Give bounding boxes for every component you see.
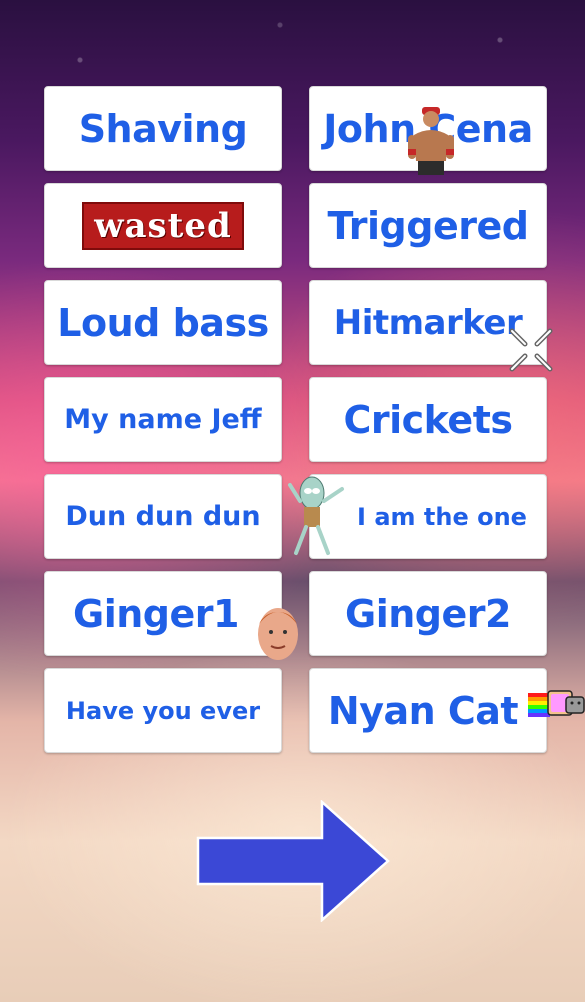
sound-button-ginger1[interactable]: Ginger1 — [44, 571, 298, 660]
button-label: My name Jeff — [64, 404, 262, 435]
ginger-face-sticker-icon — [258, 608, 298, 660]
sound-button-crickets[interactable]: Crickets — [309, 377, 547, 462]
john-cena-sticker-icon — [408, 107, 454, 175]
button-label: Hitmarker — [333, 302, 523, 343]
button-label: Nyan Cat — [327, 688, 519, 733]
button-label: Triggered — [327, 203, 529, 248]
sound-button-shaving[interactable]: Shaving — [44, 86, 282, 171]
button-label: Shaving — [78, 106, 248, 151]
nyan-cat-sticker-icon — [528, 690, 585, 717]
wasted-logo: wasted — [82, 201, 244, 250]
sound-button-i-am-the-one[interactable]: I am the one — [288, 474, 547, 559]
squidward-dab-sticker-icon — [288, 476, 344, 555]
sound-button-have-you-ever[interactable]: Have you ever — [44, 668, 282, 753]
button-label: I am the one — [357, 502, 527, 531]
button-label: Crickets — [343, 397, 514, 442]
button-label: Ginger1 — [73, 591, 239, 636]
soundboard-grid: Shaving John Cena wasted Triggered Loud … — [44, 86, 585, 753]
sound-button-dun-dun-dun[interactable]: Dun dun dun — [44, 474, 282, 559]
button-label: Have you ever — [65, 696, 261, 725]
next-page-arrow-icon[interactable] — [196, 800, 392, 922]
sound-button-loud-bass[interactable]: Loud bass — [44, 280, 282, 365]
sound-button-my-name-jeff[interactable]: My name Jeff — [44, 377, 282, 462]
sound-button-triggered[interactable]: Triggered — [309, 183, 547, 268]
sound-button-ginger2[interactable]: Ginger2 — [309, 571, 547, 656]
hitmarker-icon — [509, 328, 553, 372]
button-label: Ginger2 — [345, 591, 511, 636]
sound-button-nyan-cat[interactable]: Nyan Cat — [309, 668, 585, 753]
sound-button-john-cena[interactable]: John Cena — [309, 86, 547, 175]
button-label: Loud bass — [57, 300, 269, 345]
sound-button-wasted[interactable]: wasted — [44, 183, 282, 268]
sound-button-hitmarker[interactable]: Hitmarker — [309, 280, 553, 372]
button-label: Dun dun dun — [65, 501, 261, 532]
